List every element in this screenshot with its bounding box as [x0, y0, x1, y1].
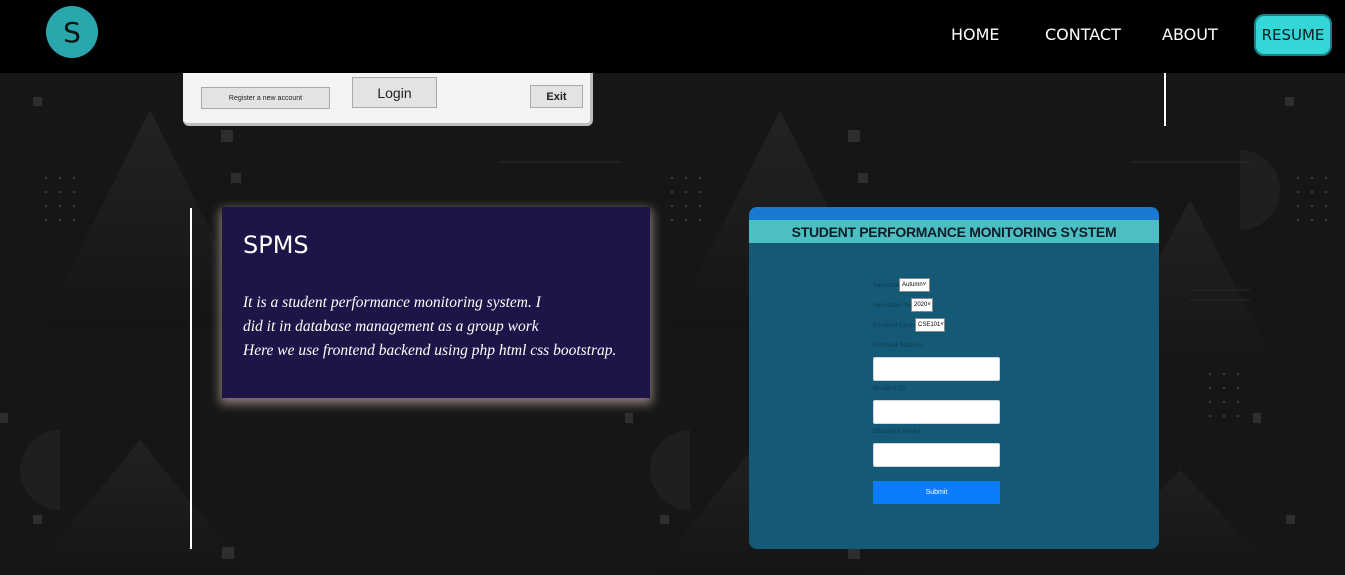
login-button: Login	[352, 77, 437, 108]
student-id-label: Student ID:	[873, 385, 907, 392]
submit-button: Submit	[873, 481, 1000, 504]
chevron-down-icon: ˅	[922, 282, 927, 288]
nav-link-about[interactable]: ABOUT	[1162, 25, 1218, 44]
nav-link-home[interactable]: HOME	[951, 25, 1000, 44]
description-line: did it in database management as a group…	[243, 318, 539, 335]
resume-button[interactable]: RESUME	[1254, 14, 1332, 56]
navbar: S HOME CONTACT ABOUT RESUME	[0, 0, 1345, 73]
chevron-down-icon: ˅	[940, 322, 944, 328]
nav-link-contact[interactable]: CONTACT	[1045, 25, 1121, 44]
section-input	[873, 357, 1000, 381]
semester-value: Autumn	[902, 282, 923, 288]
year-select: 2020 ˅	[911, 298, 933, 312]
project-description: It is a student performance monitoring s…	[243, 291, 643, 363]
timeline-line-left	[190, 208, 192, 549]
marks-label: Obtained Marks:	[873, 428, 923, 435]
course-select: CSE101 ˅	[915, 318, 945, 332]
project-title: SPMS	[243, 231, 309, 259]
semester-select: Autumn ˅	[899, 278, 930, 292]
student-id-input	[873, 400, 1000, 424]
chevron-down-icon: ˅	[927, 302, 931, 308]
project-card: SPMS It is a student performance monitor…	[222, 207, 650, 398]
description-line: It is a student performance monitoring s…	[243, 294, 541, 311]
timeline-line-right	[1164, 73, 1166, 126]
form-header: STUDENT PERFORMANCE MONITORING SYSTEM	[749, 220, 1159, 243]
year-value: 2020	[914, 302, 928, 308]
marks-input	[873, 443, 1000, 467]
description-line: Here we use frontend backend using php h…	[243, 342, 617, 359]
login-window-screenshot: Register a new account Login Exit	[183, 73, 593, 126]
register-account-button: Register a new account	[201, 87, 330, 109]
logo-letter: S	[63, 15, 81, 49]
spms-form-screenshot: STUDENT PERFORMANCE MONITORING SYSTEM Se…	[749, 207, 1159, 549]
course-value: CSE101	[918, 322, 941, 328]
form-topbar	[749, 207, 1159, 220]
exit-button: Exit	[530, 85, 583, 108]
section-label: Enrolled Section:	[873, 342, 924, 349]
logo[interactable]: S	[46, 6, 98, 58]
